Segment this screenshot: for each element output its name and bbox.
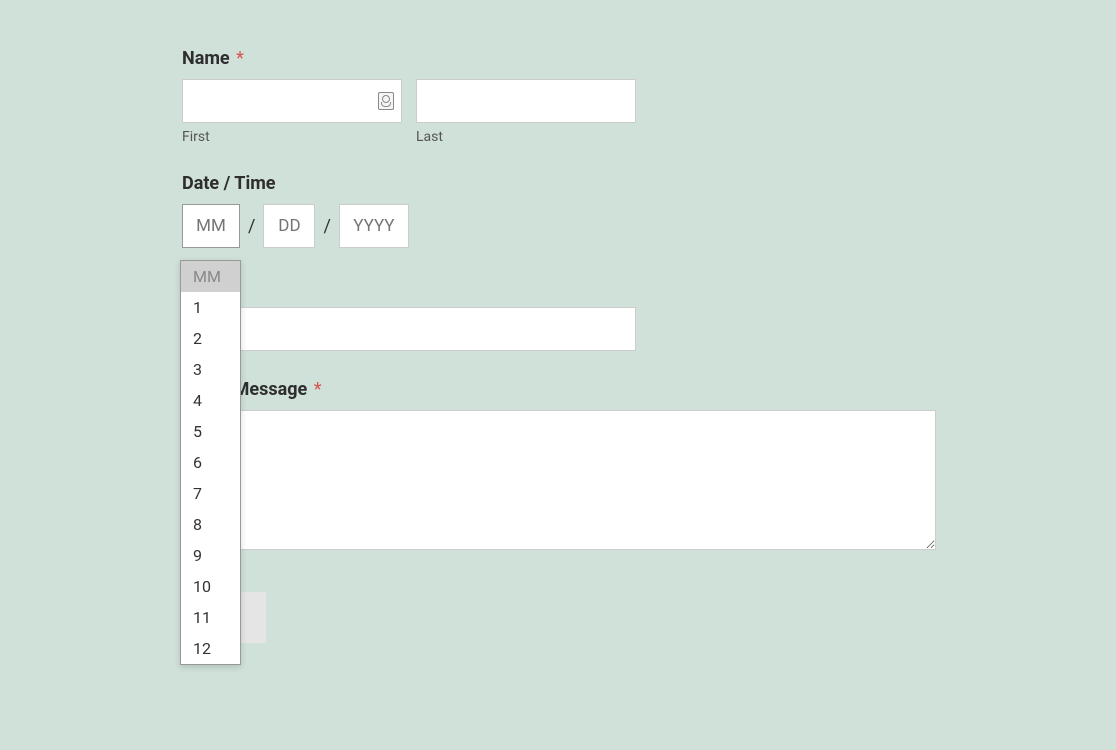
month-option-6[interactable]: 6 [181,447,240,478]
name-field-group: Name * First Last [182,48,1116,145]
day-input[interactable] [263,204,315,248]
obscured-field-group [182,276,1116,351]
first-name-wrap [182,79,402,123]
contact-card-icon[interactable] [378,92,394,110]
name-required-indicator: * [236,48,244,69]
month-option-9[interactable]: 9 [181,540,240,571]
month-option-7[interactable]: 7 [181,478,240,509]
month-option-4[interactable]: 4 [181,385,240,416]
month-option-2[interactable]: 2 [181,323,240,354]
comment-textarea[interactable] [182,410,936,550]
obscured-label [182,276,1116,297]
last-name-col: Last [416,79,636,145]
name-row: First Last [182,79,1116,145]
first-name-col: First [182,79,402,145]
name-label: Name * [182,48,1116,69]
obscured-input[interactable] [182,307,636,351]
first-name-input[interactable] [182,79,402,123]
name-label-text: Name [182,48,230,69]
month-option-5[interactable]: 5 [181,416,240,447]
date-separator-2: / [323,216,330,237]
last-name-input[interactable] [416,79,636,123]
date-row: / / [182,204,1116,248]
comment-field-group: ent or Message * [182,379,1116,554]
month-option-8[interactable]: 8 [181,509,240,540]
year-input[interactable] [339,204,409,248]
month-option-12[interactable]: 12 [181,633,240,664]
form-container: Name * First Last Date / Time / / [0,0,1116,643]
last-sublabel: Last [416,129,636,145]
month-input[interactable] [182,204,240,248]
month-dropdown-placeholder[interactable]: MM [181,261,240,292]
month-option-11[interactable]: 11 [181,602,240,633]
comment-required-indicator: * [314,379,322,400]
datetime-label: Date / Time [182,173,1116,194]
month-option-3[interactable]: 3 [181,354,240,385]
date-separator-1: / [248,216,255,237]
month-option-10[interactable]: 10 [181,571,240,602]
month-option-1[interactable]: 1 [181,292,240,323]
comment-label: ent or Message * [182,379,1116,400]
month-dropdown[interactable]: MM 1 2 3 4 5 6 7 8 9 10 11 12 [180,260,241,665]
datetime-field-group: Date / Time / / [182,173,1116,248]
first-sublabel: First [182,129,402,145]
